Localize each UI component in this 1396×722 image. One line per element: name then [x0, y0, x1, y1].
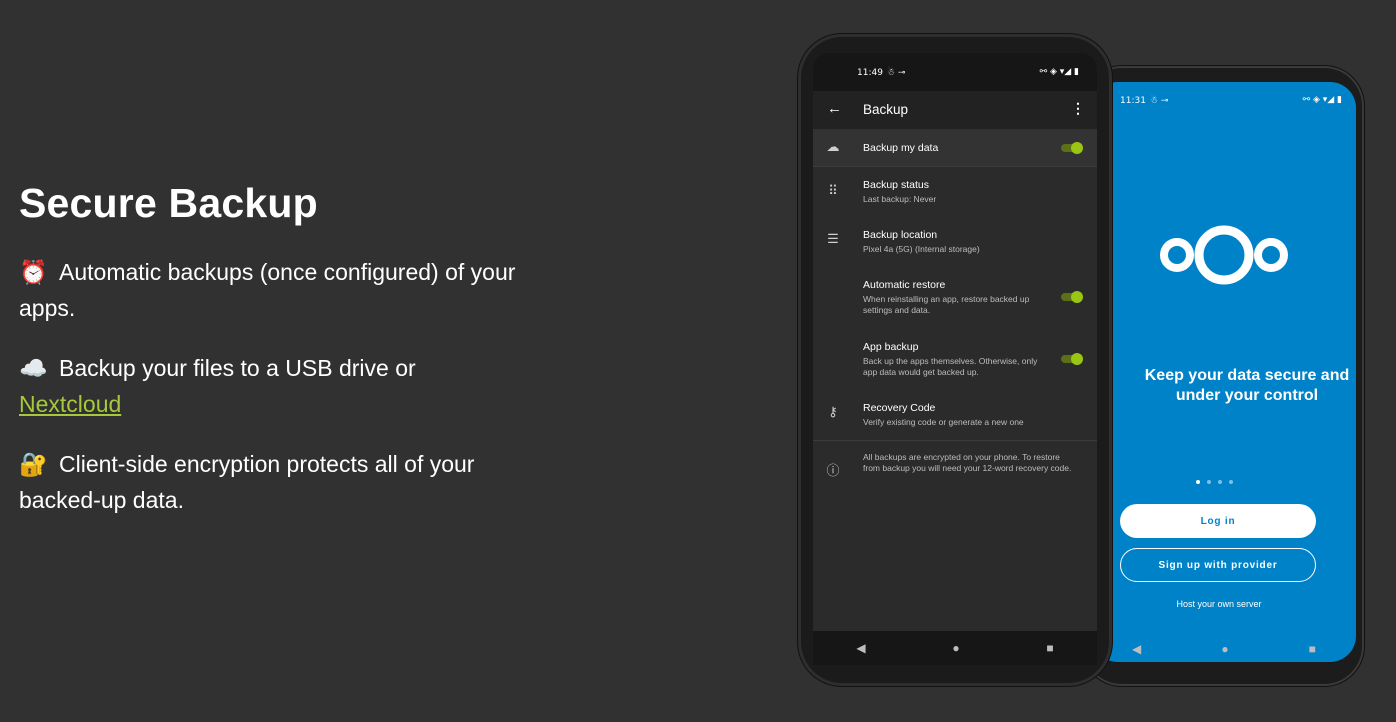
app-bar: ← Backup ⋮ — [813, 91, 1097, 129]
back-nav-icon[interactable]: ◀ — [1132, 643, 1141, 655]
automatic-restore-toggle[interactable] — [1061, 291, 1083, 303]
back-arrow-icon[interactable]: ← — [827, 100, 842, 117]
setting-backup-my-data[interactable]: ☁ Backup my data — [813, 129, 1097, 166]
navigation-bar: ◀ ● ■ — [1092, 632, 1356, 662]
status-notification-icons: ☃ ⊸ — [1150, 96, 1169, 106]
encryption-info: ⓘ All backups are encrypted on your phon… — [813, 441, 1097, 501]
apps-grid-icon: ⠿ — [828, 183, 838, 198]
setting-subtitle: Back up the apps themselves. Otherwise, … — [863, 356, 1038, 377]
info-icon: ⓘ — [826, 463, 840, 478]
section-title: Secure Backup — [19, 180, 318, 226]
status-system-icons: ⚯ ◈ ▾◢ ▮ — [1039, 67, 1079, 77]
cloud-icon: ☁️ — [19, 355, 48, 381]
storage-icon: ☰ — [827, 231, 839, 246]
feature-backup-files: ☁️ Backup your files to a USB drive or Ne… — [19, 350, 559, 422]
info-text: All backups are encrypted on your phone.… — [863, 452, 1072, 473]
feature-text: Backup your files to a USB drive or — [59, 355, 416, 381]
intro-section: Secure Backup ⏰ Automatic backups (once c… — [19, 178, 559, 513]
status-time: 11:49 — [857, 68, 883, 78]
setting-app-backup[interactable]: App backup Back up the apps themselves. … — [813, 329, 1097, 389]
recents-nav-icon[interactable]: ■ — [1046, 642, 1053, 654]
setting-subtitle: When reinstalling an app, restore backed… — [863, 294, 1030, 315]
setting-title: Recovery Code — [863, 402, 936, 414]
nextcloud-link[interactable]: Nextcloud — [19, 391, 121, 417]
setting-title: Backup location — [863, 229, 938, 241]
backup-toggle[interactable] — [1061, 142, 1083, 154]
setting-recovery-code[interactable]: ⚷ Recovery Code Verify existing code or … — [813, 391, 1097, 439]
setting-title: Backup my data — [863, 142, 939, 154]
feature-text: Client-side encryption protects all of y… — [19, 451, 475, 513]
home-nav-icon[interactable]: ● — [952, 642, 959, 654]
setting-backup-status[interactable]: ⠿ Backup status Last backup: Never — [813, 167, 1097, 217]
setting-subtitle: Pixel 4a (5G) (Internal storage) — [863, 244, 980, 254]
navigation-bar: ◀ ● ■ — [813, 631, 1097, 665]
status-bar: 11:31 ☃ ⊸ ⚯ ◈ ▾◢ ▮ — [1092, 90, 1356, 116]
status-notification-icons: ☃ ⊸ — [887, 68, 906, 78]
onboarding-headline: Keep your data secure and under your con… — [1144, 367, 1350, 404]
setting-title: Backup status — [863, 179, 929, 191]
setting-title: App backup — [863, 341, 919, 353]
more-options-icon[interactable]: ⋮ — [1071, 100, 1085, 117]
page-dot[interactable] — [1229, 480, 1233, 484]
home-nav-icon[interactable]: ● — [1221, 643, 1228, 655]
feature-encryption: 🔐 Client-side encryption protects all of … — [19, 446, 559, 518]
feature-text: Automatic backups (once configured) of y… — [19, 259, 516, 321]
status-time: 11:31 — [1120, 96, 1146, 106]
phone-backup-settings: 11:49 ☃ ⊸ ⚯ ◈ ▾◢ ▮ ← Backup ⋮ ☁ Backup m… — [798, 34, 1112, 686]
page-dot[interactable] — [1218, 480, 1222, 484]
setting-subtitle: Verify existing code or generate a new o… — [863, 417, 1024, 427]
page-indicator — [1196, 480, 1233, 484]
lock-key-icon: 🔐 — [19, 451, 48, 477]
setting-automatic-restore[interactable]: Automatic restore When reinstalling an a… — [813, 267, 1097, 327]
page-dot[interactable] — [1207, 480, 1211, 484]
alarm-clock-icon: ⏰ — [19, 259, 48, 285]
app-bar-title: Backup — [863, 102, 909, 117]
cloud-upload-icon: ☁ — [826, 139, 840, 154]
recents-nav-icon[interactable]: ■ — [1309, 643, 1316, 655]
setting-title: Automatic restore — [863, 279, 946, 291]
nextcloud-logo-icon — [1160, 225, 1288, 285]
key-icon: ⚷ — [828, 404, 838, 419]
setting-subtitle: Last backup: Never — [863, 194, 937, 204]
backup-settings-screen: 11:49 ☃ ⊸ ⚯ ◈ ▾◢ ▮ ← Backup ⋮ ☁ Backup m… — [813, 53, 1097, 665]
nextcloud-screen: 11:31 ☃ ⊸ ⚯ ◈ ▾◢ ▮ Keep your data secure… — [1092, 82, 1356, 662]
back-nav-icon[interactable]: ◀ — [856, 642, 865, 654]
app-backup-toggle[interactable] — [1061, 353, 1083, 365]
status-system-icons: ⚯ ◈ ▾◢ ▮ — [1302, 95, 1342, 105]
status-bar: 11:49 ☃ ⊸ ⚯ ◈ ▾◢ ▮ — [813, 53, 1097, 91]
feature-automatic-backups: ⏰ Automatic backups (once configured) of … — [19, 254, 559, 326]
page-dot[interactable] — [1196, 480, 1200, 484]
signup-button[interactable]: Sign up with provider — [1120, 548, 1316, 582]
phone-nextcloud: 11:31 ☃ ⊸ ⚯ ◈ ▾◢ ▮ Keep your data secure… — [1082, 66, 1364, 686]
host-own-server-link[interactable]: Host your own server — [1122, 599, 1316, 609]
login-button[interactable]: Log in — [1120, 504, 1316, 538]
setting-backup-location[interactable]: ☰ Backup location Pixel 4a (5G) (Interna… — [813, 217, 1097, 267]
